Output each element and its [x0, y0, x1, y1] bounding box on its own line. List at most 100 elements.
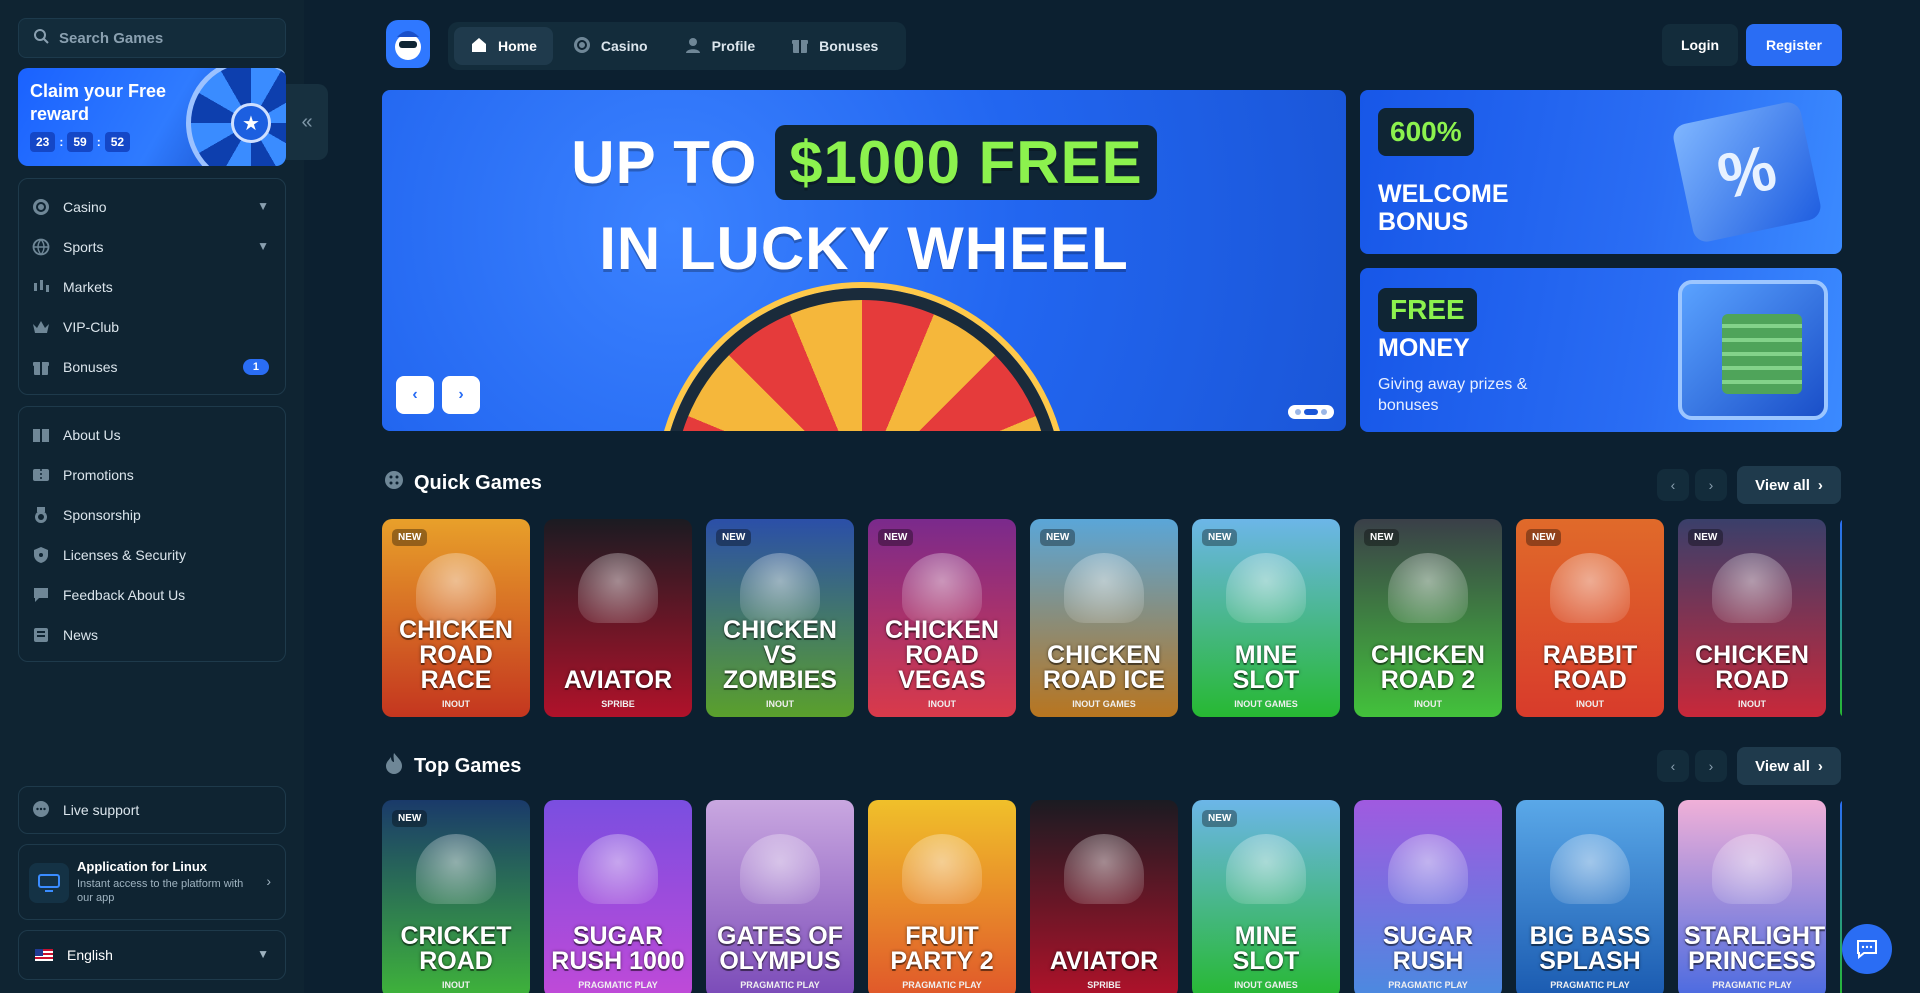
game-provider: SPRIBE — [601, 699, 635, 709]
hero-next-button[interactable]: › — [442, 376, 480, 414]
top-games-title: Top Games — [414, 754, 522, 777]
claim-reward-banner[interactable]: Claim your Free reward 23 : 59 : 52 ★ — [18, 68, 286, 166]
game-card[interactable]: Sugar Rush 1000 PRAGMATIC PLAY — [544, 800, 692, 993]
quick-prev-button[interactable]: ‹ — [1657, 469, 1689, 501]
live-support-button[interactable]: Live support — [18, 786, 286, 834]
game-card[interactable]: NEW Chicken Road Race INOUT — [382, 519, 530, 717]
game-card[interactable]: NEW Mine Slot INOUT GAMES — [1192, 800, 1340, 993]
language-selector[interactable]: English ▼ — [18, 930, 286, 980]
game-card[interactable]: Big Bass Splash PRAGMATIC PLAY — [1516, 800, 1664, 993]
medal-icon — [31, 505, 51, 525]
game-artwork — [416, 553, 496, 623]
home-icon — [470, 36, 488, 57]
tab-home[interactable]: Home — [454, 27, 553, 65]
game-card[interactable]: NEW Cricket Road INOUT — [382, 800, 530, 993]
game-artwork — [902, 834, 982, 904]
collapse-sidebar-button[interactable]: « — [286, 84, 328, 160]
sidebar-item-label: Sponsorship — [63, 507, 141, 523]
new-badge: NEW — [392, 810, 428, 827]
top-view-all-button[interactable]: View all › — [1737, 747, 1841, 785]
game-provider: INOUT — [766, 699, 794, 709]
new-badge: NEW — [1040, 529, 1076, 546]
sidebar-item-feedback-about-us[interactable]: Feedback About Us — [19, 575, 285, 615]
tab-label: Casino — [600, 38, 648, 54]
dice-icon — [384, 470, 404, 496]
game-provider: PRAGMATIC PLAY — [902, 980, 982, 990]
game-card[interactable]: NEW Rabbit Road INOUT — [1516, 519, 1664, 717]
sidebar-item-label: Promotions — [63, 467, 134, 483]
game-card[interactable]: NEW Chicken vs Zombies INOUT — [706, 519, 854, 717]
top-prev-button[interactable]: ‹ — [1657, 750, 1689, 782]
chat-widget-button[interactable] — [1842, 924, 1892, 974]
game-card[interactable]: NEW Chicken Road Vegas INOUT — [868, 519, 1016, 717]
sidebar-item-bonuses[interactable]: Bonuses 1 — [19, 347, 285, 387]
game-artwork — [902, 553, 982, 623]
game-title: Fruit Party 2 — [890, 922, 994, 975]
game-artwork — [416, 834, 496, 904]
info-nav-panel: About Us Promotions Sponsorship Licenses & … — [18, 406, 286, 662]
sidebar-item-news[interactable]: News — [19, 615, 285, 655]
top-next-button[interactable]: › — [1695, 750, 1727, 782]
promo-free-money[interactable]: FREE MONEY Giving away prizes & bonuses — [1360, 268, 1842, 432]
hero-pagination[interactable] — [1288, 405, 1334, 419]
game-card[interactable]: NEW Chicken Road Ice INOUT GAMES — [1030, 519, 1178, 717]
chevron-down-icon: ▼ — [257, 239, 269, 253]
game-card[interactable]: Starlight Princess PRAGMATIC PLAY — [1678, 800, 1826, 993]
game-card-partial[interactable] — [1840, 800, 1842, 993]
gift-icon — [791, 36, 809, 57]
chevron-right-icon: › — [266, 873, 271, 889]
game-card[interactable]: Fruit Party 2 PRAGMATIC PLAY — [868, 800, 1016, 993]
tab-profile[interactable]: Profile — [668, 27, 772, 65]
game-provider: INOUT — [442, 699, 470, 709]
game-card[interactable]: Aviator SPRIBE — [544, 519, 692, 717]
chat-bubble-icon — [31, 585, 51, 605]
sidebar-item-sponsorship[interactable]: Sponsorship — [19, 495, 285, 535]
hero-prev-button[interactable]: ‹ — [396, 376, 434, 414]
game-card[interactable]: NEW Chicken Road 2 INOUT — [1354, 519, 1502, 717]
money-safe-icon — [1678, 280, 1828, 420]
timer-hours: 23 — [30, 132, 56, 152]
game-artwork — [578, 834, 658, 904]
game-artwork — [1226, 834, 1306, 904]
sidebar-item-markets[interactable]: Markets — [19, 267, 285, 307]
new-badge: NEW — [716, 529, 752, 546]
sidebar-item-sports[interactable]: Sports ▼ — [19, 227, 285, 267]
tab-bonuses[interactable]: Bonuses — [775, 27, 894, 65]
game-card[interactable]: NEW Chicken Road INOUT — [1678, 519, 1826, 717]
double-chevron-left-icon: « — [301, 110, 313, 133]
game-card-partial[interactable] — [1840, 519, 1842, 717]
sidebar-item-label: Casino — [63, 199, 107, 215]
game-artwork — [740, 834, 820, 904]
sidebar-item-licenses-security[interactable]: Licenses & Security — [19, 535, 285, 575]
sidebar-item-label: Bonuses — [63, 359, 118, 375]
promo-welcome-bonus[interactable]: 600% WELCOME BONUS % — [1360, 90, 1842, 254]
game-card[interactable]: Gates of Olympus PRAGMATIC PLAY — [706, 800, 854, 993]
game-card[interactable]: NEW Mine Slot INOUT GAMES — [1192, 519, 1340, 717]
game-title: Rabbit Road — [1542, 641, 1638, 694]
hero-banner[interactable]: UP TO $1000 FREE IN LUCKY WHEEL ‹ › — [382, 90, 1346, 431]
linux-app-card[interactable]: Application for Linux Instant access to … — [18, 844, 286, 920]
quick-view-all-button[interactable]: View all › — [1737, 466, 1841, 504]
sidebar-item-about-us[interactable]: About Us — [19, 415, 285, 455]
sidebar-item-promotions[interactable]: Promotions — [19, 455, 285, 495]
game-artwork — [1712, 834, 1792, 904]
game-provider: INOUT — [442, 980, 470, 990]
quick-games-controls: ‹ › View all › — [1657, 466, 1841, 504]
search-input[interactable] — [59, 29, 259, 47]
game-provider: PRAGMATIC PLAY — [740, 980, 820, 990]
game-artwork — [1388, 553, 1468, 623]
search-icon — [33, 28, 49, 48]
game-card[interactable]: Aviator SPRIBE — [1030, 800, 1178, 993]
register-button[interactable]: Register — [1746, 24, 1842, 66]
search-box[interactable] — [18, 18, 286, 58]
sidebar-item-vip-club[interactable]: VIP-Club — [19, 307, 285, 347]
sidebar-item-casino[interactable]: Casino ▼ — [19, 187, 285, 227]
game-provider: INOUT — [1738, 699, 1766, 709]
tab-casino[interactable]: Casino — [557, 27, 664, 65]
quick-next-button[interactable]: › — [1695, 469, 1727, 501]
game-card[interactable]: Sugar Rush PRAGMATIC PLAY — [1354, 800, 1502, 993]
quick-games-title: Quick Games — [414, 471, 542, 494]
support-chat-icon — [31, 799, 51, 822]
login-button[interactable]: Login — [1662, 24, 1738, 66]
site-logo[interactable] — [386, 20, 430, 68]
